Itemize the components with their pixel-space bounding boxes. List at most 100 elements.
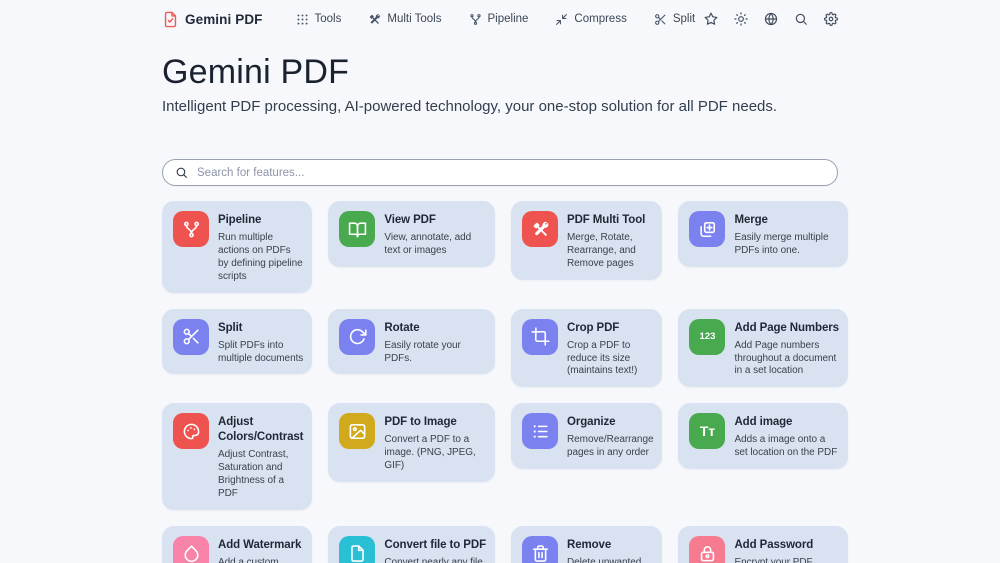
card-description: Run multiple actions on PDFs by defining…: [218, 232, 303, 284]
tools-icon: [368, 13, 381, 26]
card-description: Remove/Rearrange pages in any order: [567, 434, 653, 460]
feature-card-split[interactable]: Split Split PDFs into multiple documents: [162, 309, 312, 375]
book-open-icon: [339, 211, 375, 247]
feature-card-rotate[interactable]: Rotate Easily rotate your PDFs.: [328, 309, 495, 375]
search-input[interactable]: [197, 167, 825, 179]
card-title: Split: [218, 321, 303, 336]
list-icon: [522, 413, 558, 449]
feature-card-pdf-to-image[interactable]: PDF to ImageConvert a PDF to a image. (P…: [328, 403, 495, 482]
feature-card-add-image[interactable]: TтAdd imageAdds a image onto a set locat…: [678, 403, 847, 469]
feature-card-adjust-colors-contrast[interactable]: Adjust Colors/Contrast Adjust Contrast, S…: [162, 403, 312, 510]
card-description: Split PDFs into multiple documents: [218, 340, 303, 366]
card-description: Merge, Rotate, Rearrange, and Remove pag…: [567, 232, 653, 271]
page-subtitle: Intelligent PDF processing, AI-powered t…: [162, 98, 838, 115]
feature-card-merge[interactable]: Merge Easily merge multiple PDFs into one…: [678, 201, 847, 267]
card-description: Adjust Contrast, Saturation and Brightne…: [218, 449, 303, 501]
search-icon: [175, 166, 188, 179]
card-body: Rotate Easily rotate your PDFs.: [384, 319, 486, 366]
card-title: Add image: [734, 415, 838, 430]
card-body: PDF Multi Tool Merge, Rotate, Rearrange, …: [567, 211, 653, 271]
droplet-icon: [173, 536, 209, 563]
card-title: View PDF: [384, 213, 486, 228]
main-nav: Tools Multi Tools Pipeline Compress Split: [296, 13, 704, 26]
feature-card-add-password[interactable]: Add Password Encrypt your PDF document wi…: [678, 526, 847, 563]
card-body: Add Page NumbersAdd Page numbers through…: [734, 319, 838, 379]
globe-icon: [764, 12, 778, 26]
card-body: Add WatermarkAdd a custom watermark to y…: [218, 536, 303, 563]
brand-logo[interactable]: Gemini PDF: [162, 11, 263, 28]
feature-card-convert-file-to-pdf[interactable]: Convert file to PDFConvert nearly any fi…: [328, 526, 495, 563]
card-description: Convert a PDF to a image. (PNG, JPEG, GI…: [384, 434, 486, 473]
scissors-icon: [173, 319, 209, 355]
nav-item-label: Multi Tools: [387, 13, 441, 25]
search-button[interactable]: [794, 12, 808, 26]
crop-icon: [522, 319, 558, 355]
brand-label: Gemini PDF: [185, 12, 263, 27]
star-icon: [704, 12, 718, 26]
card-title: PDF Multi Tool: [567, 213, 653, 228]
nav-item-label: Split: [673, 13, 695, 25]
theme-toggle-button[interactable]: [734, 12, 748, 26]
pipeline-icon: [469, 13, 482, 26]
file-icon: [339, 536, 375, 563]
feature-card-pdf-multi-tool[interactable]: PDF Multi Tool Merge, Rotate, Rearrange, …: [511, 201, 662, 280]
card-body: Merge Easily merge multiple PDFs into one…: [734, 211, 838, 258]
card-description: View, annotate, add text or images: [384, 232, 486, 258]
card-title: Merge: [734, 213, 838, 228]
header-actions: [704, 12, 838, 26]
card-title: Remove: [567, 538, 653, 553]
feature-card-remove[interactable]: RemoveDelete unwanted pages from your PD…: [511, 526, 662, 563]
pipeline-icon: [173, 211, 209, 247]
feature-card-add-page-numbers[interactable]: 123Add Page NumbersAdd Page numbers thro…: [678, 309, 847, 388]
card-title: Rotate: [384, 321, 486, 336]
card-body: Organize Remove/Rearrange pages in any or…: [567, 413, 653, 460]
gear-icon: [824, 12, 838, 26]
card-body: Split Split PDFs into multiple documents: [218, 319, 303, 366]
image-icon: [339, 413, 375, 449]
nav-item-multi-tools[interactable]: Multi Tools: [368, 13, 441, 26]
search-icon: [794, 12, 808, 26]
sun-icon: [734, 12, 748, 26]
card-body: Convert file to PDFConvert nearly any fi…: [384, 536, 486, 563]
lock-icon: [689, 536, 725, 563]
language-button[interactable]: [764, 12, 778, 26]
card-body: Pipeline Run multiple actions on PDFs by …: [218, 211, 303, 284]
feature-card-add-watermark[interactable]: Add WatermarkAdd a custom watermark to y…: [162, 526, 312, 563]
feature-card-organize[interactable]: Organize Remove/Rearrange pages in any or…: [511, 403, 662, 469]
nav-item-label: Pipeline: [488, 13, 529, 25]
trash-icon: [522, 536, 558, 563]
card-body: Adjust Colors/Contrast Adjust Contrast, S…: [218, 413, 303, 501]
main-content: Gemini PDF Intelligent PDF processing, A…: [162, 53, 838, 563]
gemini-pdf-page: { "header": { "brand": "Gemini PDF", "na…: [0, 0, 1000, 563]
favorites-button[interactable]: [704, 12, 718, 26]
card-title: Convert file to PDF: [384, 538, 486, 553]
feature-search-bar: [162, 159, 838, 186]
feature-card-pipeline[interactable]: Pipeline Run multiple actions on PDFs by …: [162, 201, 312, 293]
scissors-icon: [654, 13, 667, 26]
nav-item-pipeline[interactable]: Pipeline: [469, 13, 529, 26]
card-description: Encrypt your PDF document with a passwor…: [734, 557, 838, 563]
card-title: Pipeline: [218, 213, 303, 228]
page-title: Gemini PDF: [162, 53, 838, 91]
card-description: Easily merge multiple PDFs into one.: [734, 232, 838, 258]
card-title: Crop PDF: [567, 321, 653, 336]
feature-card-crop-pdf[interactable]: Crop PDF Crop a PDF to reduce its size (m…: [511, 309, 662, 388]
settings-button[interactable]: [824, 12, 838, 26]
pdf-document-check-icon: [162, 11, 179, 28]
nav-item-compress[interactable]: Compress: [555, 13, 626, 26]
card-title: Adjust Colors/Contrast: [218, 415, 303, 445]
card-body: RemoveDelete unwanted pages from your PD…: [567, 536, 653, 563]
nav-item-label: Compress: [574, 13, 626, 25]
card-title: Add Password: [734, 538, 838, 553]
nav-item-tools[interactable]: Tools: [296, 13, 342, 26]
grid-icon: [296, 13, 309, 26]
card-description: Easily rotate your PDFs.: [384, 340, 486, 366]
card-description: Crop a PDF to reduce its size (maintains…: [567, 340, 653, 379]
tools-icon: [522, 211, 558, 247]
card-description: Add Page numbers throughout a document i…: [734, 340, 838, 379]
card-body: Add imageAdds a image onto a set locatio…: [734, 413, 838, 460]
nav-item-split[interactable]: Split: [654, 13, 695, 26]
type-icon: Tт: [689, 413, 725, 449]
card-title: Organize: [567, 415, 653, 430]
feature-card-view-pdf[interactable]: View PDF View, annotate, add text or imag…: [328, 201, 495, 267]
